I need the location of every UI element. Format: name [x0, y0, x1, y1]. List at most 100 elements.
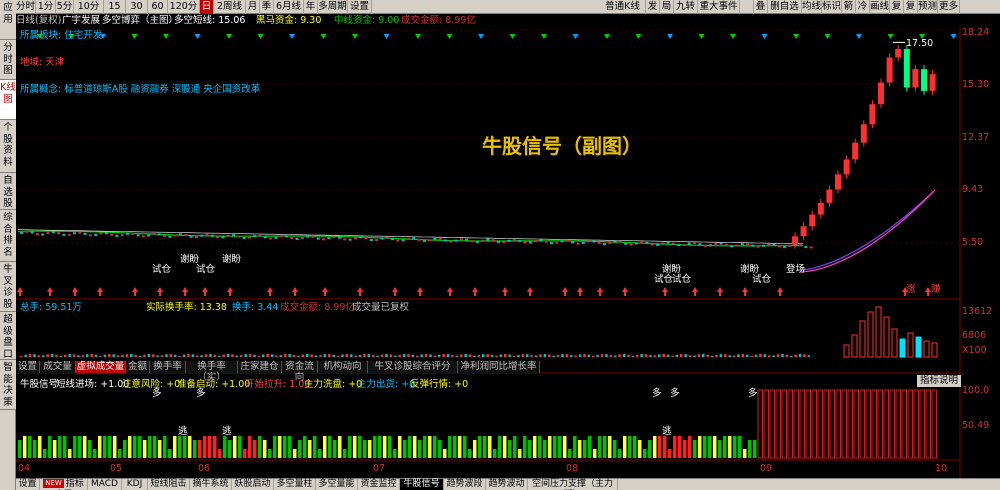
candle: [104, 232, 108, 235]
signal-bar-tall: [829, 389, 835, 459]
indicator-tab-4[interactable]: 换手率: [150, 361, 186, 373]
signal-bar-tall: [817, 389, 823, 459]
signal-bar-tall: [925, 389, 931, 459]
indicator-help-button[interactable]: 指标说明: [917, 375, 962, 387]
candle: [539, 239, 543, 242]
buy-arrow: [182, 287, 188, 296]
signal-bar: [613, 440, 617, 458]
signal-bar: [548, 436, 552, 458]
volume-bar: [653, 355, 657, 357]
bottom-tab-2[interactable]: MACD: [88, 479, 122, 490]
signal-bar-tall: [835, 389, 841, 459]
bottom-tab-7[interactable]: 多空量柱: [274, 479, 316, 490]
signal-bar: [703, 436, 707, 458]
indicator-tab-6[interactable]: 庄家建仓: [238, 361, 282, 373]
bottom-tab-5[interactable]: 摘牛系统: [190, 479, 232, 490]
candle: [459, 238, 463, 241]
indicator-tab-2[interactable]: 虚拟成交量: [76, 361, 126, 373]
indicator-tab-3[interactable]: 金额: [126, 361, 150, 373]
candle: [698, 243, 702, 246]
indicator-tab-8[interactable]: 机构动向: [318, 361, 368, 373]
indicator-tab-0[interactable]: 设置: [16, 361, 40, 373]
signal-bar: [158, 440, 162, 458]
signal-bar-tall: [847, 389, 853, 459]
signal-bar: [588, 436, 592, 458]
big-title: 牛股信号（副图）: [482, 134, 642, 158]
signal-bar: [543, 440, 547, 458]
signal-bar: [338, 436, 342, 458]
volume-bar: [50, 354, 54, 357]
bottom-tab-3[interactable]: KDJ: [122, 479, 148, 490]
candle: [804, 246, 808, 249]
bottom-tab-1[interactable]: NEW指标广场: [40, 479, 88, 490]
candle: [438, 237, 442, 240]
bottom-tab-12[interactable]: 趋势波动: [486, 479, 528, 490]
signal-bar: [183, 436, 187, 458]
signal-bar: [533, 436, 537, 458]
volume-bar: [891, 328, 898, 358]
candle: [136, 234, 140, 237]
candle: [666, 241, 670, 244]
volume-bar: [627, 354, 630, 357]
bottom-tab-8[interactable]: 多空量能: [316, 479, 358, 490]
candle: [141, 235, 145, 238]
candle: [809, 246, 813, 249]
candle: [634, 242, 638, 245]
date-tick: 06: [198, 463, 211, 474]
signal-bar: [668, 449, 672, 458]
signal-bar: [468, 449, 472, 458]
candle: [762, 244, 765, 247]
indicator-tab-9[interactable]: 牛叉诊股综合评分: [368, 361, 458, 373]
bottom-tab-11[interactable]: 趋势波段: [444, 479, 486, 490]
signal-bar: [278, 436, 282, 458]
candle: [57, 232, 61, 235]
date-tick: 10: [935, 463, 948, 474]
volume-bar: [402, 354, 406, 357]
signal-bar: [313, 436, 317, 458]
volume-bar: [605, 354, 608, 357]
candle-body: [826, 189, 833, 203]
candle: [78, 231, 82, 234]
volume-bar: [508, 354, 511, 357]
signal-bar: [348, 436, 352, 458]
candle: [767, 243, 771, 246]
volume-bar: [622, 354, 626, 357]
candle: [380, 237, 384, 240]
signal-bar: [608, 436, 612, 458]
signal-bar: [103, 436, 107, 458]
volume-bar: [785, 354, 789, 357]
volume-bar: [77, 355, 80, 357]
volume-bar: [332, 354, 335, 357]
total-hand: 总手: 59.51万: [20, 302, 82, 313]
signal-bar: [418, 440, 422, 458]
signal-bar: [208, 436, 212, 458]
candle: [35, 233, 39, 236]
signal-bar: [133, 436, 137, 458]
candle: [587, 240, 591, 243]
candle: [746, 243, 750, 246]
volume-bar: [297, 355, 300, 357]
buy-arrow: [47, 287, 53, 296]
signal-bar: [413, 436, 417, 458]
bottom-tab-10[interactable]: 牛股信号: [400, 479, 444, 490]
signal-prepare: 准备启动: +1.00: [177, 379, 251, 390]
signal-bar: [113, 436, 117, 458]
indicator-tab-10[interactable]: 净利润同比增长率: [458, 361, 540, 373]
candle: [783, 246, 787, 249]
bottom-tab-13[interactable]: 空间压力支撑（主力版）: [528, 479, 618, 490]
bottom-tab-9[interactable]: 资金监控: [358, 479, 400, 490]
bottom-tab-6[interactable]: 妖股启动: [232, 479, 274, 490]
volume-bar: [424, 354, 428, 357]
indicator-tab-1[interactable]: 成交量: [40, 361, 76, 373]
candle: [714, 242, 718, 245]
volume-bar: [486, 354, 489, 357]
bottom-tab-4[interactable]: 短线阻击: [148, 479, 190, 490]
chart-annotation: 试仓: [672, 273, 692, 285]
bottom-tab-0[interactable]: 设置: [16, 479, 40, 490]
indicator-tab-7[interactable]: 资金流向: [282, 361, 318, 383]
indicator-tab-5[interactable]: 换手率（实）: [186, 361, 238, 383]
candle: [30, 231, 34, 234]
volume-bar: [358, 355, 362, 357]
candle: [465, 238, 469, 241]
volume-bar: [732, 355, 736, 357]
